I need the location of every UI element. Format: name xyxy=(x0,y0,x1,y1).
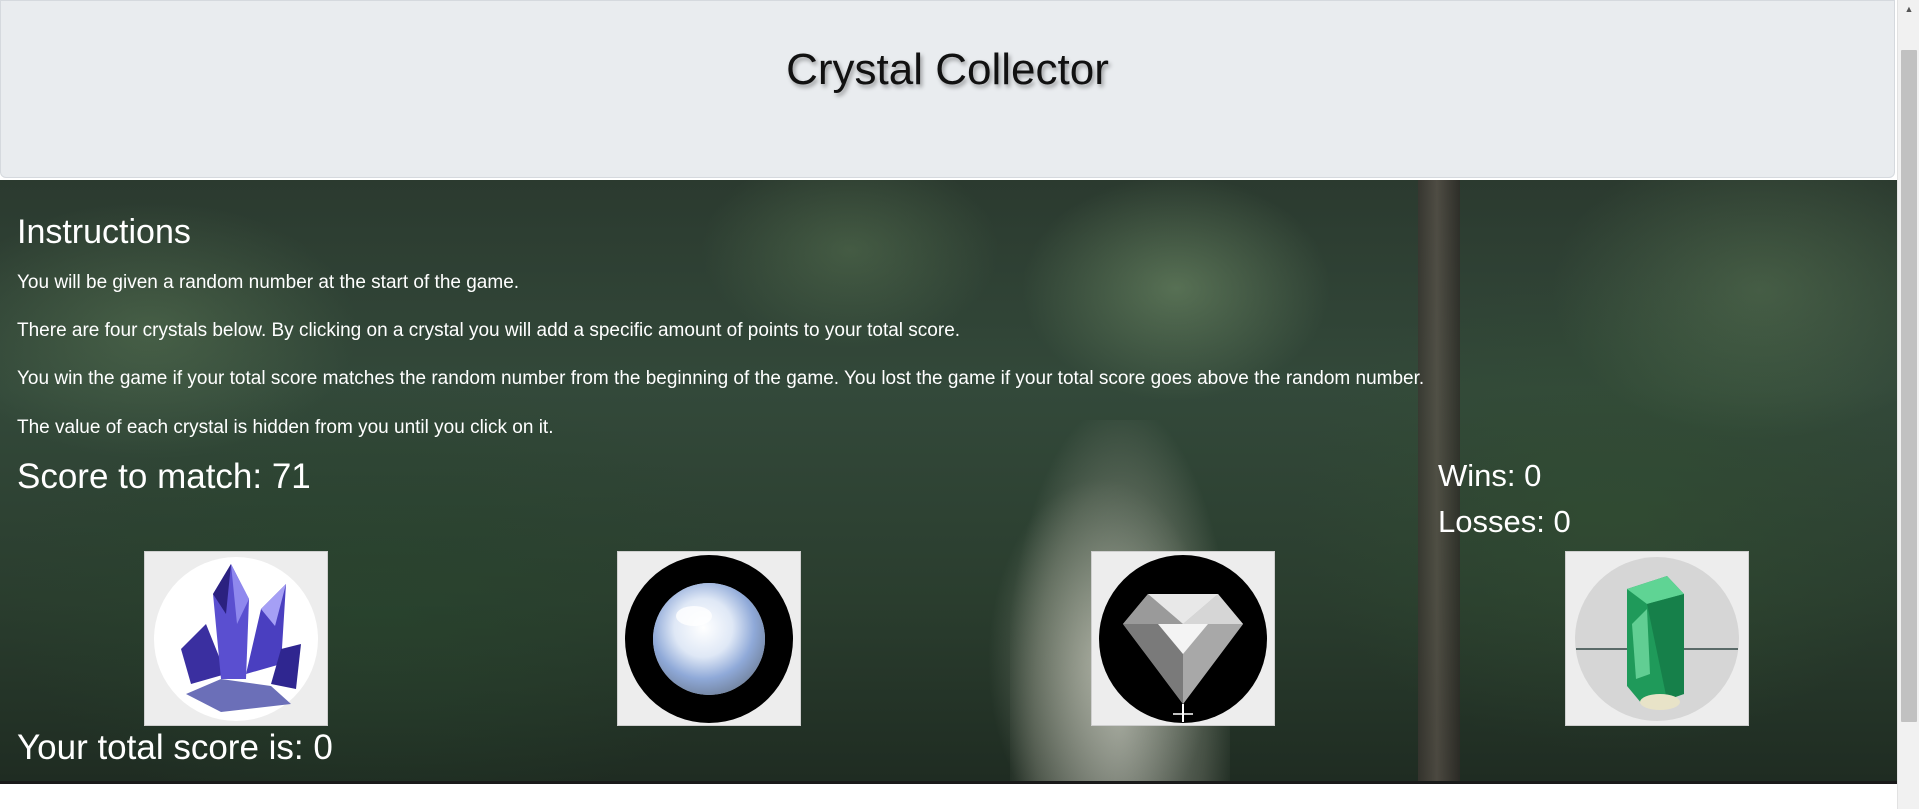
total-score-value: 0 xyxy=(313,728,333,767)
scroll-up-arrow-icon[interactable]: ▲ xyxy=(1898,0,1919,18)
instruction-line: The value of each crystal is hidden from… xyxy=(17,417,554,438)
game-area: Instructions You will be given a random … xyxy=(0,180,1897,781)
losses-label: Losses: xyxy=(1438,504,1545,539)
background-foliage xyxy=(1550,180,1897,440)
crystal-button-3[interactable] xyxy=(1091,551,1275,726)
vertical-scrollbar[interactable]: ▲ xyxy=(1897,0,1919,809)
wins-label: Wins: xyxy=(1438,458,1516,493)
footer-divider xyxy=(0,781,1897,784)
instructions-heading: Instructions xyxy=(17,213,191,251)
score-to-match-label: Score to match: xyxy=(17,457,263,496)
scrollbar-thumb[interactable] xyxy=(1901,50,1917,722)
header-banner: Crystal Collector xyxy=(0,0,1895,178)
losses-counter: Losses: 0 xyxy=(1438,504,1571,540)
losses-value: 0 xyxy=(1553,504,1571,539)
diamond-crystal-icon xyxy=(1099,554,1267,723)
crystal-button-1[interactable] xyxy=(144,551,328,726)
total-score-label: Your total score is: xyxy=(17,728,304,767)
wins-counter: Wins: 0 xyxy=(1438,458,1541,494)
blue-cluster-crystal-icon xyxy=(154,556,318,721)
total-score: Your total score is: 0 xyxy=(17,728,333,768)
instruction-line: You win the game if your total score mat… xyxy=(17,368,1425,389)
emerald-crystal-icon xyxy=(1575,556,1739,721)
page: Crystal Collector Instructions You will … xyxy=(0,0,1897,809)
wins-value: 0 xyxy=(1524,458,1542,493)
moonstone-crystal-icon xyxy=(625,554,793,723)
crystal-button-2[interactable] xyxy=(617,551,801,726)
score-to-match-value: 71 xyxy=(271,457,311,496)
score-to-match: Score to match: 71 xyxy=(17,457,311,497)
page-title: Crystal Collector xyxy=(786,45,1109,94)
instruction-line: There are four crystals below. By clicki… xyxy=(17,320,961,341)
crystal-button-4[interactable] xyxy=(1565,551,1749,726)
instruction-line: You will be given a random number at the… xyxy=(17,272,520,293)
